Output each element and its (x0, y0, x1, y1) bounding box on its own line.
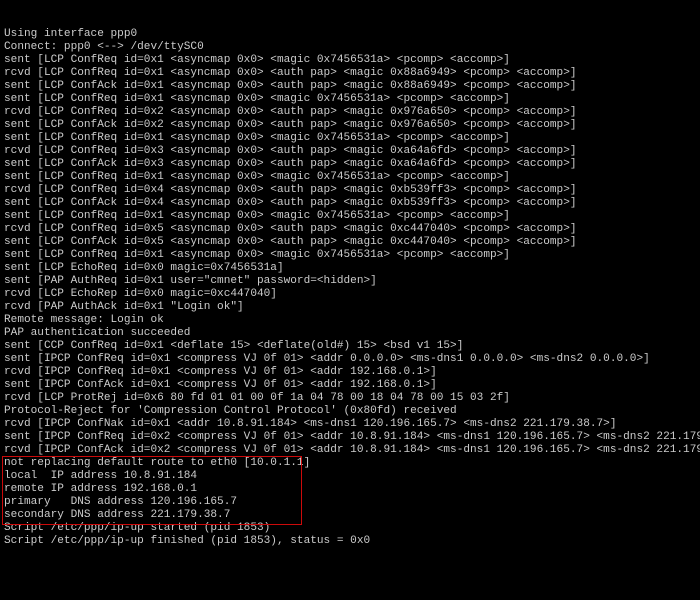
terminal-line: sent [LCP EchoReq id=0x0 magic=0x7456531… (4, 262, 696, 275)
terminal-line: Using interface ppp0 (4, 28, 696, 41)
terminal-line: sent [LCP ConfReq id=0x1 <asyncmap 0x0> … (4, 132, 696, 145)
terminal-line: primary DNS address 120.196.165.7 (4, 496, 696, 509)
terminal-line: sent [IPCP ConfReq id=0x2 <compress VJ 0… (4, 431, 696, 444)
terminal-line: rcvd [LCP ConfReq id=0x3 <asyncmap 0x0> … (4, 145, 696, 158)
terminal-line: sent [LCP ConfAck id=0x1 <asyncmap 0x0> … (4, 80, 696, 93)
terminal-line: Remote message: Login ok (4, 314, 696, 327)
terminal-line: Protocol-Reject for 'Compression Control… (4, 405, 696, 418)
terminal-line: rcvd [LCP ConfReq id=0x4 <asyncmap 0x0> … (4, 184, 696, 197)
terminal-line: rcvd [LCP EchoRep id=0x0 magic=0xc447040… (4, 288, 696, 301)
terminal-line: local IP address 10.8.91.184 (4, 470, 696, 483)
terminal-line: sent [IPCP ConfReq id=0x1 <compress VJ 0… (4, 353, 696, 366)
terminal-line: PAP authentication succeeded (4, 327, 696, 340)
terminal-line: Script /etc/ppp/ip-up finished (pid 1853… (4, 535, 696, 548)
terminal-line: sent [CCP ConfReq id=0x1 <deflate 15> <d… (4, 340, 696, 353)
terminal-line: rcvd [IPCP ConfAck id=0x2 <compress VJ 0… (4, 444, 696, 457)
terminal-line: sent [LCP ConfAck id=0x3 <asyncmap 0x0> … (4, 158, 696, 171)
terminal-line: sent [LCP ConfAck id=0x4 <asyncmap 0x0> … (4, 197, 696, 210)
terminal-line: rcvd [LCP ConfReq id=0x5 <asyncmap 0x0> … (4, 223, 696, 236)
terminal-line: sent [LCP ConfReq id=0x1 <asyncmap 0x0> … (4, 249, 696, 262)
terminal-line: sent [LCP ConfReq id=0x1 <asyncmap 0x0> … (4, 54, 696, 67)
terminal-line: secondary DNS address 221.179.38.7 (4, 509, 696, 522)
terminal-line: Script /etc/ppp/ip-up started (pid 1853) (4, 522, 696, 535)
terminal-line: remote IP address 192.168.0.1 (4, 483, 696, 496)
terminal-line: sent [LCP ConfAck id=0x2 <asyncmap 0x0> … (4, 119, 696, 132)
terminal-line: not replacing default route to eth0 [10.… (4, 457, 696, 470)
terminal-line: rcvd [LCP ProtRej id=0x6 80 fd 01 01 00 … (4, 392, 696, 405)
terminal-line: sent [LCP ConfReq id=0x1 <asyncmap 0x0> … (4, 93, 696, 106)
terminal-line: sent [LCP ConfAck id=0x5 <asyncmap 0x0> … (4, 236, 696, 249)
terminal-line: rcvd [IPCP ConfNak id=0x1 <addr 10.8.91.… (4, 418, 696, 431)
terminal-line: sent [IPCP ConfAck id=0x1 <compress VJ 0… (4, 379, 696, 392)
terminal-line: rcvd [PAP AuthAck id=0x1 "Login ok"] (4, 301, 696, 314)
terminal-line: rcvd [IPCP ConfReq id=0x1 <compress VJ 0… (4, 366, 696, 379)
terminal-line: sent [PAP AuthReq id=0x1 user="cmnet" pa… (4, 275, 696, 288)
terminal-line: rcvd [LCP ConfReq id=0x1 <asyncmap 0x0> … (4, 67, 696, 80)
terminal-line: Connect: ppp0 <--> /dev/ttySC0 (4, 41, 696, 54)
terminal-line: sent [LCP ConfReq id=0x1 <asyncmap 0x0> … (4, 171, 696, 184)
terminal-line: sent [LCP ConfReq id=0x1 <asyncmap 0x0> … (4, 210, 696, 223)
terminal-output: Using interface ppp0Connect: ppp0 <--> /… (0, 0, 700, 576)
terminal-line: rcvd [LCP ConfReq id=0x2 <asyncmap 0x0> … (4, 106, 696, 119)
